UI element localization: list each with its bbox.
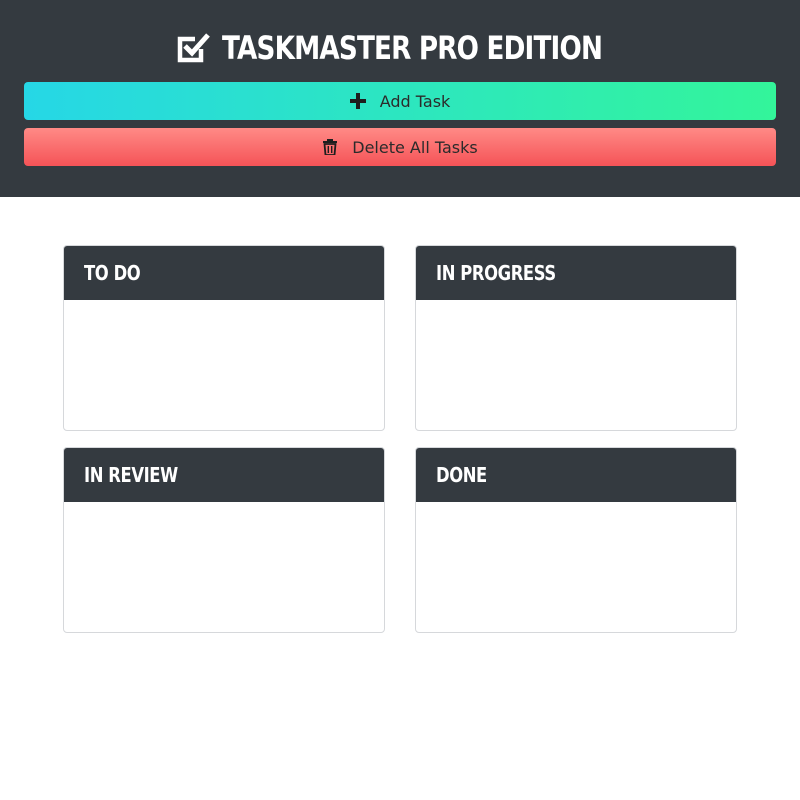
column-title: DONE — [436, 463, 487, 487]
column-header: IN REVIEW — [64, 448, 384, 502]
app-title: TASKMASTER PRO EDITION — [222, 29, 603, 67]
column-dropzone-todo[interactable] — [64, 300, 384, 430]
column-dropzone-done[interactable] — [416, 502, 736, 632]
column-dropzone-in-review[interactable] — [64, 502, 384, 632]
column-header: IN PROGRESS — [416, 246, 736, 300]
column-todo: TO DO — [63, 245, 385, 431]
app-header: TASKMASTER PRO EDITION Add Task Delete A… — [0, 0, 800, 197]
add-task-button[interactable]: Add Task — [24, 82, 776, 120]
checkbox-checked-icon — [177, 33, 211, 63]
column-title: IN PROGRESS — [436, 261, 556, 285]
delete-all-tasks-label: Delete All Tasks — [352, 137, 478, 157]
delete-all-tasks-button[interactable]: Delete All Tasks — [24, 128, 776, 166]
column-done: DONE — [415, 447, 737, 633]
column-header: DONE — [416, 448, 736, 502]
add-task-label: Add Task — [379, 91, 451, 111]
column-title: TO DO — [84, 261, 141, 285]
plus-icon — [349, 93, 366, 109]
column-in-progress: IN PROGRESS — [415, 245, 737, 431]
column-in-review: IN REVIEW — [63, 447, 385, 633]
column-dropzone-in-progress[interactable] — [416, 300, 736, 430]
trash-icon — [323, 139, 338, 155]
column-title: IN REVIEW — [84, 463, 178, 487]
title-row: TASKMASTER PRO EDITION — [0, 28, 800, 68]
column-header: TO DO — [64, 246, 384, 300]
